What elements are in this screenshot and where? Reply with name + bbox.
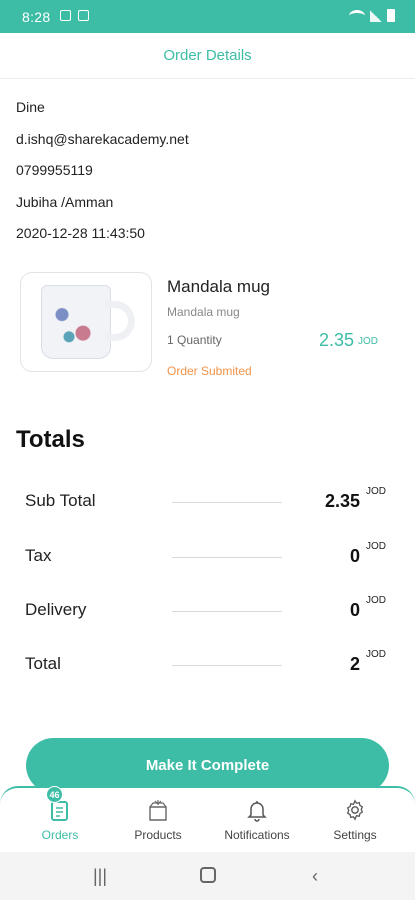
page-header: Order Details <box>0 33 415 79</box>
nav-item-notifications[interactable]: Notifications <box>207 788 307 854</box>
order-status: Order Submited <box>167 364 252 378</box>
divider <box>172 665 282 666</box>
product-name: Mandala mug <box>167 277 271 296</box>
divider <box>172 557 282 558</box>
status-time: 8:28 <box>22 9 51 25</box>
totals-row-tax: Tax 0 JOD <box>0 541 415 571</box>
totals-row-delivery: Delivery 0 JOD <box>0 595 415 625</box>
totals-label: Total <box>25 654 61 673</box>
recent-apps-icon[interactable]: ||| <box>93 866 107 887</box>
totals-label: Tax <box>25 546 52 565</box>
customer-info: Dine d.ishq@sharekacademy.net 0799955119… <box>16 96 189 254</box>
battery-icon <box>387 9 395 22</box>
customer-phone: 0799955119 <box>16 162 93 178</box>
back-icon[interactable]: ‹ <box>312 866 318 887</box>
divider <box>172 502 282 503</box>
order-datetime: 2020-12-28 11:43:50 <box>16 225 145 241</box>
wifi-icon <box>349 9 365 22</box>
mug-image <box>41 285 111 359</box>
system-nav-bar: ||| ‹ <box>0 852 415 900</box>
customer-address: Jubiha /Amman <box>16 193 114 210</box>
totals-value: 2 <box>349 654 360 674</box>
gear-icon <box>346 799 364 821</box>
image-notification-icon <box>60 10 71 21</box>
totals-value: 0 <box>349 600 360 620</box>
orders-badge: 46 <box>46 786 63 803</box>
product-quantity: 1 Quantity <box>167 333 222 347</box>
nav-label: Settings <box>333 828 377 842</box>
totals-currency: JOD <box>366 486 386 497</box>
product-price: 2.35 <box>319 330 355 350</box>
nav-label: Orders <box>41 828 79 842</box>
totals-currency: JOD <box>366 541 386 552</box>
signal-icon <box>370 9 382 22</box>
totals-currency: JOD <box>366 649 386 660</box>
nav-label: Products <box>134 828 182 842</box>
box-icon <box>149 800 167 821</box>
product-currency: JOD <box>358 336 378 347</box>
home-icon[interactable] <box>200 867 216 883</box>
bottom-nav: 46 Orders Products Notifications Setting… <box>0 786 415 852</box>
make-complete-button[interactable]: Make It Complete <box>26 738 389 793</box>
product-description: Mandala mug <box>167 305 240 319</box>
totals-label: Delivery <box>25 600 87 619</box>
totals-row-subtotal: Sub Total 2.35 JOD <box>0 486 415 516</box>
app-notification-icon <box>78 10 89 21</box>
page-title: Order Details <box>163 47 252 64</box>
bell-icon <box>247 801 267 822</box>
nav-item-settings[interactable]: Settings <box>305 788 405 854</box>
nav-item-products[interactable]: Products <box>108 788 208 854</box>
product-image[interactable] <box>20 272 152 372</box>
nav-label: Notifications <box>224 828 290 842</box>
divider <box>172 611 282 612</box>
status-bar: 8:28 <box>0 0 415 33</box>
customer-name: Dine <box>16 99 45 115</box>
totals-row-total: Total 2 JOD <box>0 649 415 679</box>
mug-handle <box>105 301 135 341</box>
totals-title: Totals <box>16 426 85 453</box>
totals-currency: JOD <box>366 595 386 606</box>
totals-value: 2.35 <box>324 491 360 511</box>
nav-item-orders[interactable]: 46 Orders <box>10 786 110 854</box>
customer-email: d.ishq@sharekacademy.net <box>16 130 189 147</box>
totals-label: Sub Total <box>25 491 96 510</box>
totals-value: 0 <box>349 546 360 566</box>
